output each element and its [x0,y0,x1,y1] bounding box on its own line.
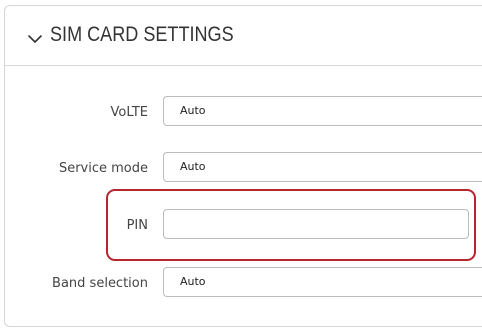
pin-highlight-box [106,189,476,261]
service-mode-label: Service mode [58,161,148,176]
volte-select[interactable]: Auto [163,96,482,126]
sim-card-settings-panel: SIM CARD SETTINGS VoLTE Auto Service mod… [4,5,482,327]
volte-value: Auto [180,104,206,117]
band-selection-select[interactable]: Auto [163,267,482,297]
band-selection-value: Auto [180,275,206,288]
page: SIM CARD SETTINGS VoLTE Auto Service mod… [0,0,482,331]
service-mode-select[interactable]: Auto [163,152,482,182]
section-title: SIM CARD SETTINGS [50,23,234,46]
volte-label: VoLTE [110,105,148,120]
band-selection-label: Band selection [52,276,148,291]
chevron-down-icon[interactable] [27,33,43,45]
service-mode-value: Auto [180,160,206,173]
section-header[interactable]: SIM CARD SETTINGS [5,6,482,66]
